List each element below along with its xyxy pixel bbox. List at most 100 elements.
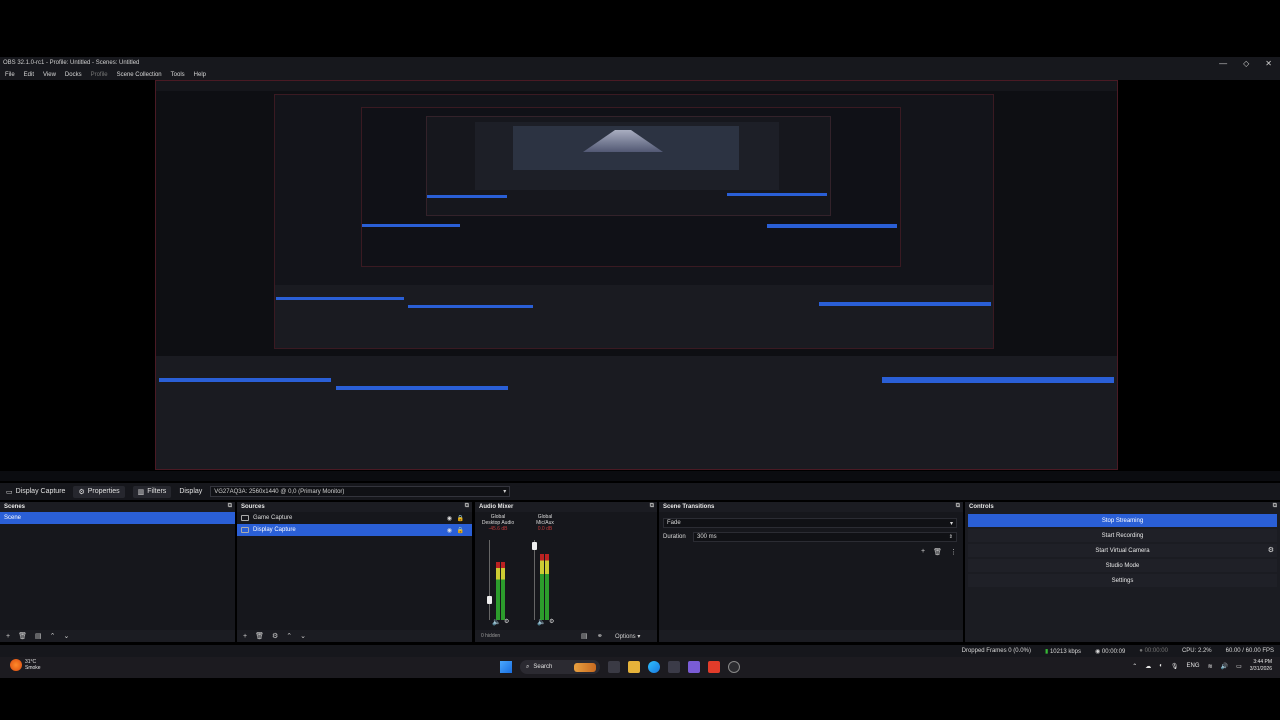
settings-label: Settings [1111, 577, 1134, 584]
start-recording-button[interactable]: Start Recording [968, 529, 1277, 542]
mixer-settings-icon[interactable]: ⚙ [549, 618, 554, 625]
weather-icon [10, 659, 22, 671]
start-button[interactable] [500, 661, 512, 673]
remove-scene-button[interactable]: 🗑 [18, 632, 27, 640]
add-scene-button[interactable]: + [6, 633, 10, 640]
settings-button[interactable]: Settings [968, 574, 1277, 587]
menu-tools[interactable]: Tools [171, 72, 185, 78]
volume-fader-knob[interactable] [532, 542, 537, 551]
obs-icon[interactable] [728, 661, 740, 673]
store-icon[interactable] [668, 661, 680, 673]
add-source-button[interactable]: + [243, 633, 247, 640]
undock-icon[interactable]: ⧉ [956, 503, 960, 510]
mixer-layout-icon[interactable]: ▤ [581, 632, 588, 640]
eye-icon[interactable]: ◉ [447, 527, 452, 534]
undock-icon[interactable]: ⧉ [1273, 503, 1277, 510]
file-explorer-icon[interactable] [628, 661, 640, 673]
add-transition-button[interactable]: + [921, 548, 925, 556]
properties-button[interactable]: ⚙ Properties [73, 485, 125, 498]
filters-button[interactable]: ▥ Filters [132, 485, 172, 498]
lock-icon[interactable]: 🔒 [457, 527, 464, 534]
nested-bluebar [159, 378, 331, 382]
menu-edit[interactable]: Edit [24, 72, 34, 78]
mixer-settings-icon[interactable]: ⚙ [504, 618, 509, 625]
menu-docks[interactable]: Docks [65, 72, 82, 78]
transition-select[interactable]: Fade ▾ [663, 518, 957, 528]
menu-help[interactable]: Help [194, 72, 206, 78]
preview-recursive-capture [155, 80, 1118, 470]
spin-arrows-icon[interactable]: ⇕ [949, 534, 953, 540]
mixer-body: Global Desktop Audio -45.6 dB 0-5-10-15-… [475, 512, 657, 630]
wifi-icon[interactable]: ≋ [1208, 663, 1213, 670]
close-button[interactable]: ✕ [1265, 59, 1272, 68]
mixer-channel-db: 0.0 dB [537, 526, 553, 532]
gear-icon[interactable]: ⚙ [1268, 546, 1274, 554]
taskbar-search[interactable]: ⌕ Search [520, 660, 600, 674]
move-scene-up-button[interactable]: ⌃ [50, 632, 56, 640]
status-bar: Dropped Frames 0 (0.0%) ▮ 10213 kbps ◉ 0… [0, 645, 1280, 657]
scene-item[interactable]: Scene [0, 512, 235, 524]
speaker-icon[interactable]: 🔈 [537, 618, 546, 626]
fps: 60.00 / 60.00 FPS [1225, 648, 1274, 654]
battery-icon[interactable]: ▭ [1236, 663, 1242, 670]
source-item[interactable]: Display Capture ◉ 🔒 [237, 524, 472, 536]
app-tray-icon[interactable]: ◐ [1159, 663, 1163, 669]
display-select-value: VG27AQ3A: 2560x1440 @ 0,0 (Primary Monit… [214, 488, 345, 495]
mixer-link-icon[interactable]: ⚭ [597, 632, 603, 640]
search-highlight-icon [574, 662, 597, 672]
search-icon: ⌕ [526, 663, 530, 670]
discord-icon[interactable] [688, 661, 700, 673]
menu-file[interactable]: File [5, 72, 15, 78]
remove-transition-button[interactable]: 🗑 [933, 548, 942, 556]
mic-icon[interactable]: 🎙 [1171, 663, 1179, 670]
taskbar-clock[interactable]: 3:44 PM 3/31/2026 [1250, 659, 1272, 673]
eye-icon[interactable]: ◉ [447, 515, 452, 522]
sources-header: Sources ⧉ [237, 502, 472, 512]
edge-icon[interactable] [648, 661, 660, 673]
transitions-body: Fade ▾ Duration 300 ms ⇕ + 🗑 ⋮ [659, 512, 963, 630]
nested-bluebar [408, 305, 533, 308]
move-source-up-button[interactable]: ⌃ [286, 632, 292, 640]
filter-icon: ▥ [137, 488, 145, 496]
menu-view[interactable]: View [43, 72, 56, 78]
stop-streaming-button[interactable]: Stop Streaming [968, 514, 1277, 527]
volume-fader-track [534, 540, 535, 620]
nested-preview-5 [475, 122, 779, 190]
volume-icon[interactable]: 🔊 [1221, 663, 1228, 670]
maximize-button[interactable]: ◇ [1243, 59, 1249, 68]
minimize-button[interactable]: — [1219, 59, 1227, 68]
studio-mode-button[interactable]: Studio Mode [968, 559, 1277, 572]
language-indicator[interactable]: ENG [1187, 663, 1200, 669]
scene-filters-button[interactable]: ▤ [35, 632, 42, 640]
transition-menu-button[interactable]: ⋮ [950, 548, 957, 556]
remove-source-button[interactable]: 🗑 [255, 632, 264, 640]
stop-streaming-label: Stop Streaming [1101, 517, 1144, 524]
duration-spinbox[interactable]: 300 ms ⇕ [693, 532, 957, 542]
undock-icon[interactable]: ⧉ [228, 503, 232, 510]
display-label-text: Display [179, 488, 203, 495]
undock-icon[interactable]: ⧉ [650, 503, 654, 510]
mixer-options-button[interactable]: Options ▾ [615, 633, 640, 640]
weather-widget[interactable]: 31°C Smoke [10, 659, 41, 671]
mixer-channel-desktop: Global Desktop Audio -45.6 dB 0-5-10-15-… [478, 514, 518, 629]
menu-profile[interactable]: Profile [91, 72, 108, 78]
task-view-icon[interactable] [608, 661, 620, 673]
undock-icon[interactable]: ⧉ [465, 503, 469, 510]
weather-cond: Smoke [25, 665, 41, 671]
display-select[interactable]: VG27AQ3A: 2560x1440 @ 0,0 (Primary Monit… [210, 486, 511, 497]
move-scene-down-button[interactable]: ⌄ [63, 632, 69, 640]
tray-chevron-icon[interactable]: ⌃ [1132, 663, 1137, 670]
record-icon: ● [1139, 648, 1143, 654]
onedrive-icon[interactable]: ☁ [1145, 663, 1151, 670]
source-item[interactable]: Game Capture ◉ 🔒 [237, 512, 472, 524]
menu-scene-collection[interactable]: Scene Collection [117, 72, 162, 78]
lock-icon[interactable]: 🔒 [457, 515, 464, 522]
start-virtual-camera-button[interactable]: Start Virtual Camera ⚙ [968, 544, 1277, 557]
sources-footer: + 🗑 ⚙ ⌃ ⌄ [237, 630, 472, 642]
source-properties-button[interactable]: ⚙ [272, 632, 278, 640]
brave-icon[interactable] [708, 661, 720, 673]
speaker-icon[interactable]: 🔈 [492, 618, 501, 626]
mixer-channel-mic: Global Mic/Aux 0.0 dB 0-5-10-15-20-25-30… [525, 514, 565, 629]
volume-fader-knob[interactable] [487, 596, 492, 604]
move-source-down-button[interactable]: ⌄ [300, 632, 306, 640]
